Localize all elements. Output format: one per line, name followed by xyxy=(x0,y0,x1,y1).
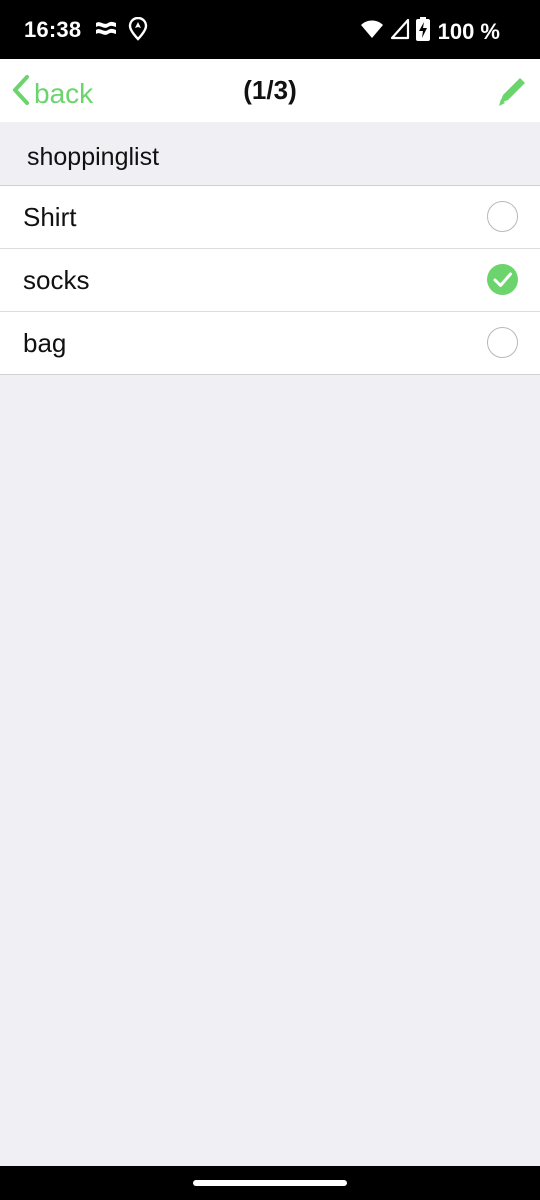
checked-circle-icon[interactable] xyxy=(487,264,518,295)
flag-icon xyxy=(94,18,118,45)
unchecked-circle-icon[interactable] xyxy=(487,201,518,232)
battery-charging-icon xyxy=(415,17,430,46)
gesture-bar xyxy=(0,1166,540,1200)
signal-icon xyxy=(390,18,410,45)
list-title-header: shoppinglist xyxy=(0,122,540,186)
item-label: Shirt xyxy=(23,202,77,232)
list-item[interactable]: bag xyxy=(0,312,540,374)
page-title: (1/3) xyxy=(243,75,297,105)
status-bar: 16:38 100 % xyxy=(0,0,540,59)
list-item[interactable]: socks xyxy=(0,249,540,312)
pencil-icon xyxy=(494,78,528,113)
wifi-icon xyxy=(360,18,384,45)
status-right-icons: 100 % xyxy=(360,17,500,46)
list-title: shoppinglist xyxy=(27,143,160,171)
list-item[interactable]: Shirt xyxy=(0,186,540,249)
location-icon xyxy=(128,16,148,46)
item-label: bag xyxy=(23,328,67,358)
nav-bar: back (1/3) xyxy=(0,59,540,122)
home-indicator[interactable] xyxy=(193,1180,347,1186)
battery-percentage: 100 % xyxy=(437,18,500,44)
unchecked-circle-icon[interactable] xyxy=(487,327,518,358)
item-list: Shirt socks bag xyxy=(0,186,540,375)
item-label: socks xyxy=(23,265,90,295)
status-time: 16:38 xyxy=(24,17,82,42)
status-left-icons xyxy=(94,16,148,46)
edit-button[interactable] xyxy=(494,75,528,109)
